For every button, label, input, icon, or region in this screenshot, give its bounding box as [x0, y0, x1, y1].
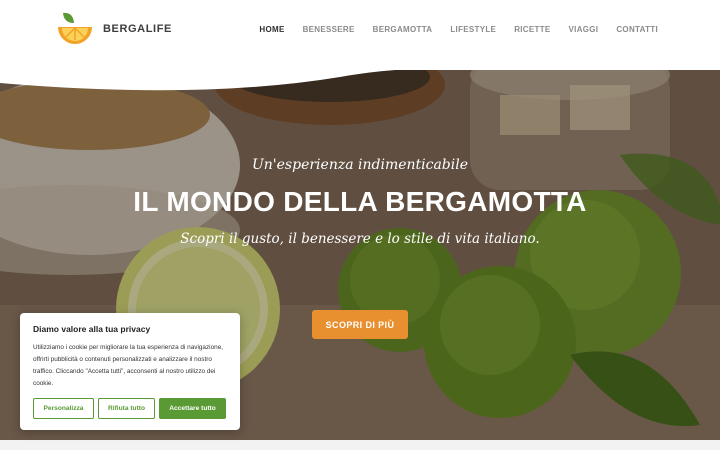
- cookie-button-group: Personalizza Rifiuta tutto Accettare tut…: [33, 398, 226, 419]
- cookie-description: Utilizziamo i cookie per migliorare la t…: [33, 344, 224, 387]
- discover-more-button[interactable]: SCOPRI DI PIÙ: [312, 310, 408, 339]
- cookie-consent-banner: Diamo valore alla tua privacy Utilizziam…: [20, 313, 240, 430]
- nav-item-ricette[interactable]: RICETTE: [514, 25, 550, 34]
- nav-item-bergamotta[interactable]: BERGAMOTTA: [373, 25, 433, 34]
- hero-subtitle: Scopri il gusto, il benessere e lo stile…: [180, 231, 540, 247]
- brand-name[interactable]: BERGALIFE: [103, 23, 172, 35]
- reject-all-cookies-button[interactable]: Rifiuta tutto: [98, 398, 155, 419]
- nav-item-contatti[interactable]: CONTATTI: [616, 25, 658, 34]
- main-navigation: HOME BENESSERE BERGAMOTTA LIFESTYLE RICE…: [259, 25, 658, 34]
- nav-item-lifestyle[interactable]: LIFESTYLE: [450, 25, 496, 34]
- site-header: BERGALIFE HOME BENESSERE BERGAMOTTA LIFE…: [0, 0, 720, 70]
- nav-item-viaggi[interactable]: VIAGGI: [569, 25, 599, 34]
- customize-cookies-button[interactable]: Personalizza: [33, 398, 94, 419]
- content-strip: [0, 440, 720, 450]
- accept-all-cookies-button[interactable]: Accettare tutto: [159, 398, 226, 419]
- hero-title: IL MONDO DELLA BERGAMOTTA: [133, 186, 587, 217]
- nav-item-benessere[interactable]: BENESSERE: [303, 25, 355, 34]
- hero-kicker: Un'esperienza indimenticabile: [251, 157, 469, 173]
- cookie-title: Diamo valore alla tua privacy: [33, 324, 151, 334]
- orange-slice-logo-icon[interactable]: [55, 10, 95, 48]
- nav-item-home[interactable]: HOME: [259, 25, 284, 34]
